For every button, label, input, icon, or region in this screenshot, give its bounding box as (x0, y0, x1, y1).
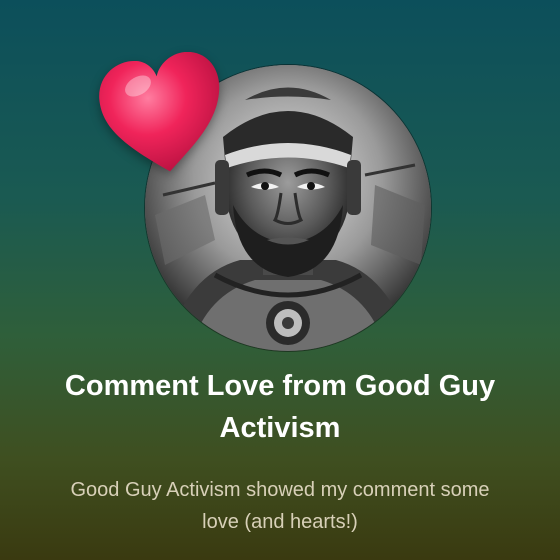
notification-subtitle: Good Guy Activism showed my comment some… (70, 479, 490, 533)
heart-icon (99, 52, 220, 172)
notification-card: Comment Love from Good Guy Activism Good… (0, 0, 560, 560)
notification-title: Comment Love from Good Guy Activism (64, 370, 496, 444)
